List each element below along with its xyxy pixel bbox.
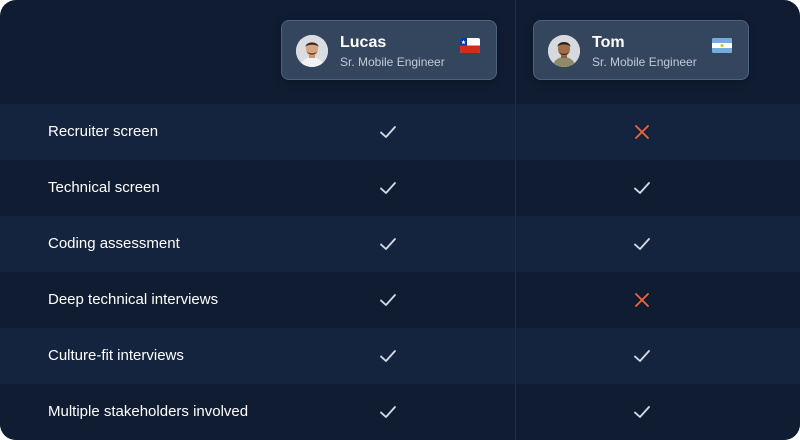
check-icon xyxy=(379,347,397,365)
check-icon xyxy=(379,291,397,309)
chile-flag-icon xyxy=(460,38,480,53)
avatar xyxy=(296,35,328,67)
row-label: Culture-fit interviews xyxy=(48,347,184,364)
table-row: Deep technical interviews xyxy=(0,272,800,328)
row-label: Deep technical interviews xyxy=(48,291,219,308)
cross-icon xyxy=(633,123,651,141)
table-row: Coding assessment xyxy=(0,216,800,272)
row-label: Coding assessment xyxy=(48,235,180,252)
row-label: Technical screen xyxy=(48,179,160,196)
check-icon xyxy=(633,347,651,365)
comparison-card: Lucas Sr. Mobile Engineer Tom Sr. Mobile xyxy=(0,0,800,440)
check-icon xyxy=(633,179,651,197)
check-icon xyxy=(633,235,651,253)
candidate-card-tom[interactable]: Tom Sr. Mobile Engineer xyxy=(533,20,749,80)
check-icon xyxy=(379,235,397,253)
avatar xyxy=(548,35,580,67)
table-row: Recruiter screen xyxy=(0,104,800,160)
row-label: Recruiter screen xyxy=(48,123,159,140)
candidate-role: Sr. Mobile Engineer xyxy=(592,55,697,69)
candidate-card-lucas[interactable]: Lucas Sr. Mobile Engineer xyxy=(281,20,497,80)
table-row: Multiple stakeholders involved xyxy=(0,384,800,440)
candidate-name: Tom xyxy=(592,34,625,51)
check-icon xyxy=(379,123,397,141)
check-icon xyxy=(633,403,651,421)
table-row: Technical screen xyxy=(0,160,800,216)
check-icon xyxy=(379,179,397,197)
candidate-name: Lucas xyxy=(340,34,387,51)
candidate-role: Sr. Mobile Engineer xyxy=(340,55,445,69)
check-icon xyxy=(379,403,397,421)
table-row: Culture-fit interviews xyxy=(0,328,800,384)
column-divider xyxy=(515,0,516,440)
row-label: Multiple stakeholders involved xyxy=(48,403,249,420)
argentina-flag-icon xyxy=(712,38,732,53)
cross-icon xyxy=(633,291,651,309)
